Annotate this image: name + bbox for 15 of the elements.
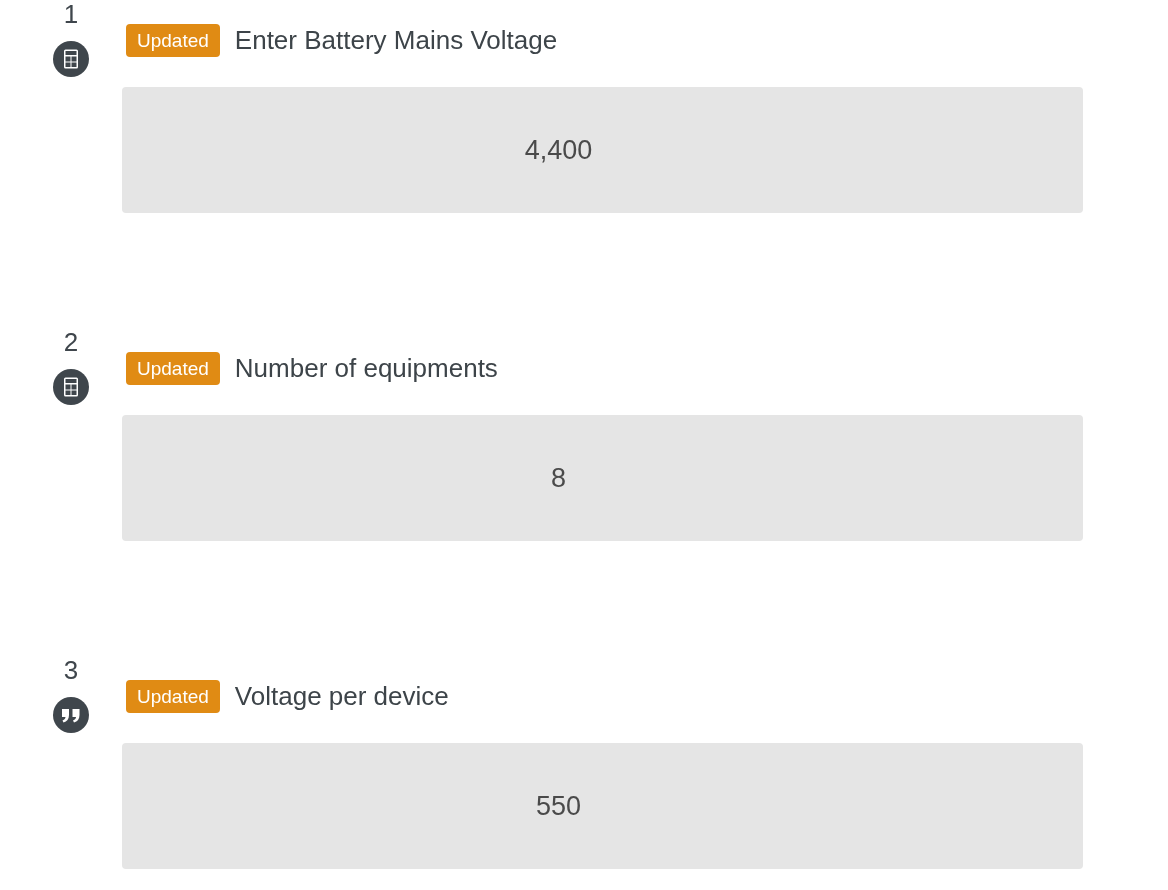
updated-badge: Updated (126, 352, 220, 385)
updated-badge: Updated (126, 24, 220, 57)
calculator-icon (53, 41, 89, 77)
calculator-icon (53, 369, 89, 405)
value-field[interactable]: 8 (122, 415, 1083, 541)
value-field[interactable]: 4,400 (122, 87, 1083, 213)
step-title: Enter Battery Mains Voltage (234, 24, 558, 57)
step-title: Voltage per device (234, 680, 449, 713)
step-number: 1 (63, 0, 79, 28)
step-number: 3 (63, 656, 79, 684)
step-number: 2 (63, 328, 79, 356)
value-field[interactable]: 550 (122, 743, 1083, 869)
step-title: Number of equipments (234, 352, 498, 385)
updated-badge: Updated (126, 680, 220, 713)
quote-icon (53, 697, 89, 733)
